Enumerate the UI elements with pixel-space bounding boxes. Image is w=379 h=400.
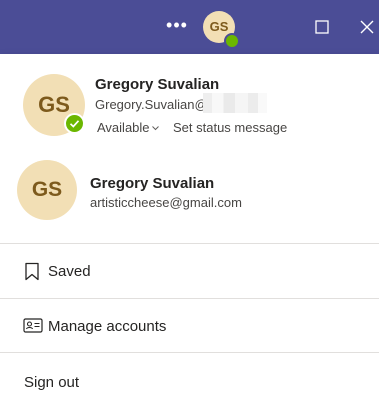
menu-item-label: Saved [48,263,91,280]
account-email[interactable]: artisticcheese@gmail.com [90,195,242,210]
manage-accounts-menu-item[interactable]: Manage accounts [0,299,379,353]
redacted-email-domain [203,93,267,113]
account-email: Gregory.Suvalian@ [95,97,208,112]
chevron-down-icon[interactable] [152,125,159,131]
contact-card-icon [23,318,43,333]
account-flyout: GS Gregory Suvalian Gregory.Suvalian@ Av… [0,54,379,400]
account-name: Gregory Suvalian [95,76,220,93]
account-name[interactable]: Gregory Suvalian [90,175,214,192]
more-options-icon[interactable]: ••• [166,14,188,38]
close-icon[interactable] [356,16,378,38]
maximize-icon[interactable] [311,16,333,38]
bookmark-icon [25,262,39,281]
presence-available-icon [64,113,85,134]
sign-out-menu-item[interactable]: Sign out [0,353,379,400]
menu-item-label: Sign out [24,374,80,391]
menu-item-label: Manage accounts [48,318,167,335]
status-dropdown[interactable]: Available [97,120,150,135]
title-bar: ••• GS [0,0,379,54]
set-status-message-link[interactable]: Set status message [173,120,287,135]
saved-menu-item[interactable]: Saved [0,244,379,298]
account-avatar[interactable]: GS [17,160,77,220]
presence-available-icon [224,33,240,49]
